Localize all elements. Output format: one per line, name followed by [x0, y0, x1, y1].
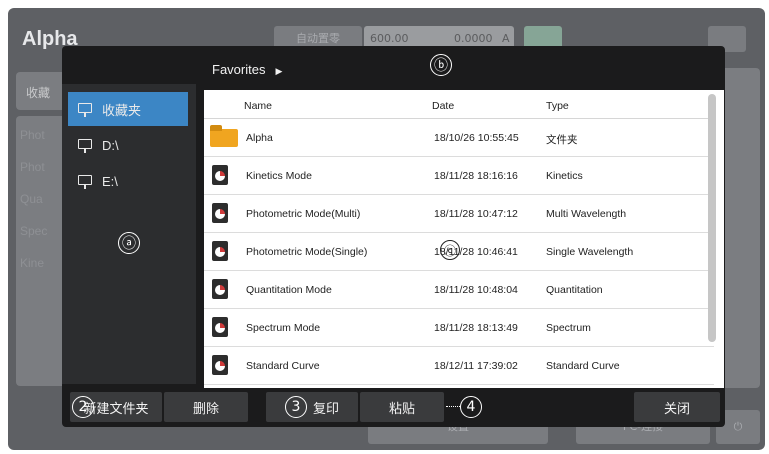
file-icon — [212, 165, 228, 185]
callout-3: 3 — [284, 396, 307, 418]
chevron-right-icon: ▶ — [275, 66, 283, 76]
sidebar-item-d[interactable]: D:\ — [68, 128, 188, 162]
app-screen: Alpha 收藏 Phot Phot Qua Spec Kine 自动置零 60… — [8, 8, 765, 450]
list-item[interactable]: Photometric Mode(Multi) 18/11/28 10:47:1… — [204, 195, 714, 233]
callout-b: ⓑ — [430, 54, 452, 76]
callout-leader — [446, 406, 460, 407]
file-icon — [212, 279, 228, 299]
scrollbar[interactable] — [708, 94, 716, 342]
list-item[interactable]: Alpha 18/10/26 10:55:45 文件夹 — [204, 119, 714, 157]
delete-button[interactable]: 删除 — [164, 392, 248, 422]
close-button[interactable]: 关闭 — [634, 392, 720, 422]
callout-a: ⓐ — [118, 232, 140, 254]
column-date[interactable]: Date — [432, 100, 454, 112]
paste-button[interactable]: 粘贴 — [360, 392, 444, 422]
file-icon — [212, 241, 228, 261]
monitor-icon — [78, 139, 92, 153]
sidebar-item-favorites[interactable]: 收藏夹 — [68, 92, 188, 126]
file-icon — [212, 355, 228, 375]
column-name[interactable]: Name — [244, 100, 272, 112]
list-item[interactable]: Spectrum Mode 18/11/28 18:13:49 Spectrum — [204, 309, 714, 347]
list-header: Name Date Type — [204, 90, 714, 119]
folder-icon — [210, 125, 238, 147]
file-icon — [212, 317, 228, 337]
file-dialog: Favorites ▶ ⓑ 收藏夹 D:\ E:\ ⓐ Name Date Typ… — [62, 46, 725, 427]
column-type[interactable]: Type — [546, 100, 569, 112]
sidebar-item-e[interactable]: E:\ — [68, 164, 188, 198]
callout-4: 4 — [460, 396, 482, 418]
list-item[interactable]: Standard Curve 18/12/11 17:39:02 Standar… — [204, 347, 714, 385]
callout-2: 2 — [72, 396, 94, 418]
list-item[interactable]: Photometric Mode(Single) 18/11/28 10:46:… — [204, 233, 714, 271]
monitor-icon — [78, 103, 92, 117]
list-item[interactable]: Kinetics Mode 18/11/28 18:16:16 Kinetics — [204, 157, 714, 195]
callout-c: ⓒ — [440, 240, 460, 260]
breadcrumb[interactable]: Favorites ▶ — [212, 62, 282, 77]
file-icon — [212, 203, 228, 223]
file-list: Name Date Type Alpha 18/10/26 10:55:45 文… — [204, 90, 724, 388]
sidebar: 收藏夹 D:\ E:\ ⓐ — [62, 84, 196, 384]
copy-button[interactable]: 3 复印 — [266, 392, 358, 422]
list-item[interactable]: Quantitation Mode 18/11/28 10:48:04 Quan… — [204, 271, 714, 309]
monitor-icon — [78, 175, 92, 189]
